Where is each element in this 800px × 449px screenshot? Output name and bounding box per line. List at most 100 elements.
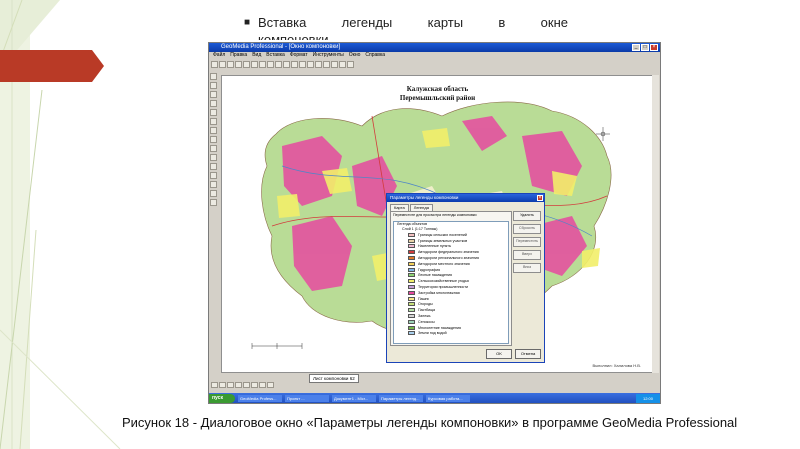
legend-item-label: Пашни <box>418 296 430 301</box>
main-toolbar <box>211 60 660 69</box>
dialog-title: Параметры легенды компоновки <box>390 195 459 200</box>
legend-swatch <box>408 331 415 336</box>
menu-help[interactable]: Справка <box>365 52 385 59</box>
sheet-tab[interactable]: Лист компоновки 62 <box>309 374 359 383</box>
dialog-tabs: Карта Легенда <box>387 202 544 211</box>
dialog-bottom-buttons: OK Отмена <box>486 349 541 359</box>
taskbar-item[interactable]: Документ1 - Micr... <box>332 394 376 402</box>
legend-swatch <box>408 238 415 243</box>
layer-icon[interactable] <box>210 172 217 179</box>
save-icon[interactable] <box>227 61 234 68</box>
cut-icon[interactable] <box>243 61 250 68</box>
ellipse-icon[interactable] <box>210 100 217 107</box>
taskbar-item[interactable]: GeoMedia Profess... <box>238 394 282 402</box>
arrow-icon[interactable] <box>219 382 226 388</box>
legend-swatch <box>408 296 415 301</box>
open-icon[interactable] <box>219 61 226 68</box>
taskbar-item[interactable]: Параметры легенд... <box>379 394 423 402</box>
zoom-in-icon[interactable] <box>283 61 290 68</box>
taskbar: пуск GeoMedia Profess... Проект ... Доку… <box>209 393 660 403</box>
text-icon[interactable] <box>347 61 354 68</box>
refresh-icon[interactable] <box>315 61 322 68</box>
legend-tree[interactable]: Легенда объектов Слой 1 (1:17 Тоннаж) Гр… <box>393 221 509 344</box>
menu-edit[interactable]: Правка <box>230 52 247 59</box>
text-box-icon[interactable] <box>210 118 217 125</box>
line-icon[interactable] <box>210 82 217 89</box>
bullet-line-1: Вставка легенды карты в окне <box>258 15 568 30</box>
dialog-close-icon[interactable]: × <box>537 195 543 201</box>
three-d-icon[interactable] <box>267 382 274 388</box>
taskbar-item[interactable]: Проект ... <box>285 394 329 402</box>
line-style-icon[interactable] <box>227 382 234 388</box>
paste-icon[interactable] <box>259 61 266 68</box>
north-arrow-icon[interactable] <box>331 61 338 68</box>
menu-insert[interactable]: Вставка <box>266 52 285 59</box>
menu-tools[interactable]: Инструменты <box>313 52 344 59</box>
legend-item-label: Автодороги регионального значения <box>418 256 480 261</box>
legend-swatch <box>408 250 415 255</box>
tab-map[interactable]: Карта <box>390 204 409 211</box>
properties-icon[interactable] <box>210 199 217 206</box>
legend-icon[interactable] <box>323 61 330 68</box>
legend-item-label: Многолетние насаждения <box>418 325 461 330</box>
font-color-icon[interactable] <box>251 382 258 388</box>
menu-window[interactable]: Окно <box>349 52 361 59</box>
image-icon[interactable] <box>210 127 217 134</box>
legend-item-label: Земли под водой <box>418 331 447 336</box>
dialog-side-buttons: Удалить Сбросить Переместить Вверх Вниз <box>513 211 541 273</box>
menu-format[interactable]: Формат <box>290 52 308 59</box>
minimize-button[interactable]: _ <box>632 44 640 51</box>
legend-swatch <box>408 261 415 266</box>
select-icon[interactable] <box>275 61 282 68</box>
legend-swatch <box>408 256 415 261</box>
vertical-scrollbar[interactable] <box>652 75 659 373</box>
move-button[interactable]: Переместить <box>513 237 541 247</box>
cancel-button[interactable]: Отмена <box>515 349 541 359</box>
legend-item-label: Пастбища <box>418 308 436 313</box>
legend-item[interactable]: Земли под водой <box>394 331 508 337</box>
legend-swatch <box>408 232 415 237</box>
snap-icon[interactable] <box>210 190 217 197</box>
pointer-icon[interactable] <box>210 73 217 80</box>
close-button[interactable]: × <box>650 44 658 51</box>
rectangle-icon[interactable] <box>210 91 217 98</box>
start-button[interactable]: пуск <box>209 393 235 403</box>
menu-view[interactable]: Вид <box>252 52 261 59</box>
legend-swatch <box>408 279 415 284</box>
fill-color-icon[interactable] <box>235 382 242 388</box>
drawing-toolbar <box>211 382 274 388</box>
draw-icon[interactable] <box>211 382 218 388</box>
fit-icon[interactable] <box>307 61 314 68</box>
maximize-button[interactable]: □ <box>641 44 649 51</box>
dialog-titlebar: Параметры легенды компоновки × <box>387 194 544 202</box>
move-up-button[interactable]: Вверх <box>513 250 541 260</box>
print-icon[interactable] <box>235 61 242 68</box>
align-icon[interactable] <box>210 145 217 152</box>
legend-item-label: Населенные пункты <box>418 244 452 249</box>
legend-swatch <box>408 302 415 307</box>
taskbar-item[interactable]: Курсовая работа... <box>426 394 470 402</box>
ok-button[interactable]: OK <box>486 349 512 359</box>
copy-icon[interactable] <box>251 61 258 68</box>
delete-button[interactable]: Удалить <box>513 211 541 221</box>
menu-file[interactable]: Файл <box>213 52 225 59</box>
legend-item-label: Огороды <box>418 302 433 307</box>
map-frame-icon[interactable] <box>210 136 217 143</box>
scale-bar-icon[interactable] <box>339 61 346 68</box>
grid-icon[interactable] <box>210 181 217 188</box>
tab-legend[interactable]: Легенда <box>409 204 433 211</box>
left-toolbar <box>210 73 219 206</box>
reset-button[interactable]: Сбросить <box>513 224 541 234</box>
undo-icon[interactable] <box>267 61 274 68</box>
zoom-out-icon[interactable] <box>291 61 298 68</box>
move-down-button[interactable]: Вниз <box>513 263 541 273</box>
legend-item-label: Территории промышленности <box>418 285 469 290</box>
layout-canvas[interactable]: Калужская область Перемышльский район Вы… <box>221 75 654 373</box>
new-icon[interactable] <box>211 61 218 68</box>
line-color-icon[interactable] <box>243 382 250 388</box>
rotate-icon[interactable] <box>210 163 217 170</box>
pan-icon[interactable] <box>299 61 306 68</box>
polygon-icon[interactable] <box>210 109 217 116</box>
shadow-icon[interactable] <box>259 382 266 388</box>
group-icon[interactable] <box>210 154 217 161</box>
